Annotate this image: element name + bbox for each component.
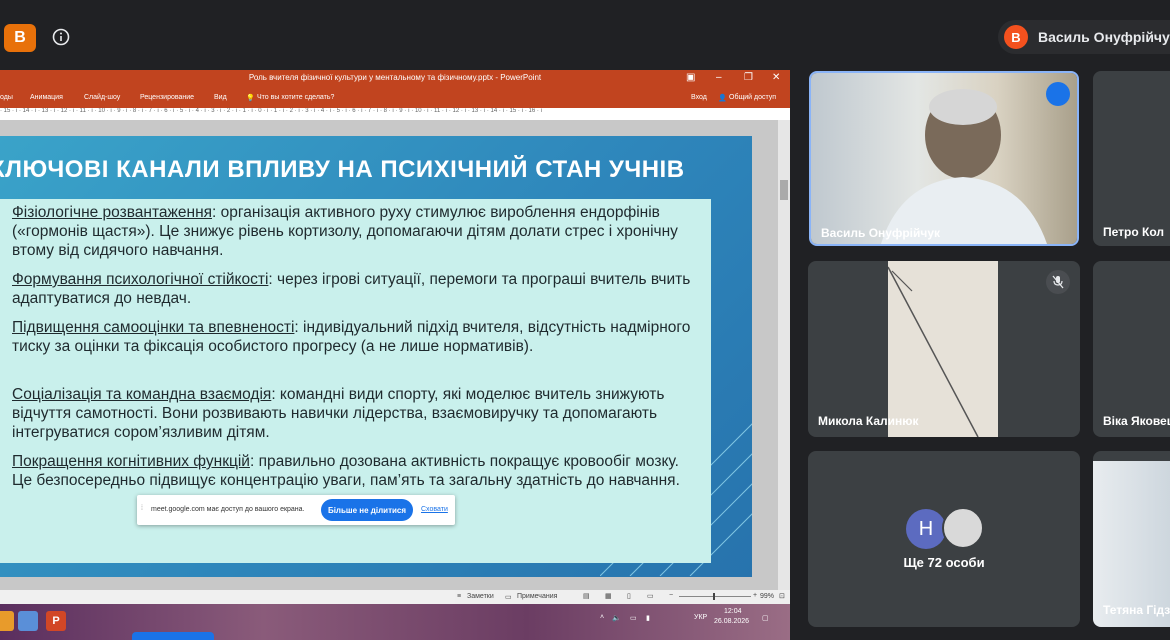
participant-name: Василь Онуфрійчук (821, 226, 941, 240)
shared-screen: Роль вчителя фізичної культури у менталь… (0, 70, 790, 640)
maximize-icon[interactable]: ❐ (744, 72, 753, 83)
tray-date[interactable]: 26.08.2026 (714, 618, 749, 625)
more-participants-tile[interactable]: Н Ще 72 особи (808, 451, 1080, 627)
screen-share-notice: ⁞ meet.google.com має доступ до вашого е… (137, 495, 455, 525)
meet-logo-label: B (14, 29, 26, 46)
normal-view-icon[interactable]: ▤ (583, 592, 590, 600)
app-icon[interactable] (18, 611, 38, 631)
slide-heading: КЛЮЧОВІ КАНАЛИ ВПЛИВУ НА ПСИХІЧНИЙ СТАН … (0, 156, 685, 183)
zoom-slider-thumb[interactable] (713, 593, 715, 600)
info-icon[interactable] (52, 28, 70, 46)
volume-icon[interactable]: 🔈 (612, 614, 621, 622)
reading-view-icon[interactable]: ▯ (627, 592, 631, 600)
drag-handle-icon[interactable]: ⁞ (141, 505, 143, 512)
video-content (888, 266, 979, 437)
participant-avatar-photo (942, 507, 984, 549)
participant-tile[interactable]: Петро Кол (1093, 71, 1170, 246)
share-button[interactable]: Общий доступ (729, 94, 776, 101)
mic-off-icon (1046, 270, 1070, 294)
bullet-title: Підвищення самооцінки та впевненості (12, 319, 295, 336)
comments-button[interactable]: Примечания (517, 593, 557, 600)
bullet-title: Фізіологічне розвантаження (12, 204, 213, 221)
participant-tile[interactable]: Василь Онуфрійчук (809, 71, 1079, 246)
ribbon-tab[interactable]: Слайд-шоу (84, 94, 120, 101)
notes-icon: ≡ (457, 593, 462, 600)
sorter-view-icon[interactable]: ▦ (605, 592, 612, 600)
bullet-title: Формування психологічної стійкості (12, 271, 269, 288)
tell-me-box[interactable]: Что вы хотите сделать? (257, 94, 334, 101)
presenter-avatar: B (1004, 25, 1028, 49)
bottom-control-edge[interactable] (132, 632, 214, 640)
bullet-title: Соціалізація та командна взаємодія (12, 386, 272, 403)
participant-name: Віка Яковец (1103, 414, 1170, 428)
participant-name: Петро Кол (1103, 225, 1164, 239)
notes-button[interactable]: Заметки (467, 593, 494, 600)
participant-silhouette (881, 89, 1047, 244)
bullet-item: Формування психологічної стійкості: чере… (12, 270, 702, 308)
participant-tile[interactable]: Віка Яковец (1093, 261, 1170, 437)
bullet-item: Соціалізація та командна взаємодія: кома… (12, 385, 702, 442)
zoom-slider[interactable] (679, 596, 751, 597)
windows-taskbar: P (0, 604, 790, 640)
ribbon-tab[interactable]: Вид (214, 94, 227, 101)
tray-language[interactable]: УКР (694, 614, 707, 621)
keyboard-icon[interactable]: ▭ (630, 614, 637, 622)
folder-icon[interactable] (0, 611, 14, 631)
slideshow-icon[interactable]: ▭ (647, 592, 654, 600)
tray-up-icon[interactable]: ˄ (600, 614, 604, 621)
bullet-title: Покращення когнітивних функцій (12, 453, 250, 470)
bullet-item: Покращення когнітивних функцій: правильн… (12, 452, 702, 490)
stop-sharing-button[interactable]: Більше не ділитися (321, 499, 413, 521)
ribbon-tab[interactable]: оды (0, 94, 13, 101)
hide-link[interactable]: Сховати (421, 506, 448, 513)
ppt-statusbar: ≡ Заметки ▭ Примечания ▤ ▦ ▯ ▭ − + 99% ⊡ (455, 590, 790, 604)
presenter-name: Василь Онуфрійчук (1038, 29, 1170, 45)
participant-tile[interactable]: Тетяна Гідз (1093, 451, 1170, 627)
comments-icon: ▭ (505, 594, 512, 601)
speaking-indicator-icon (1046, 82, 1070, 106)
fit-slide-icon[interactable]: ⊡ (779, 592, 785, 600)
lightbulb-icon: 💡 (246, 95, 255, 102)
ribbon-tab[interactable]: Рецензирование (140, 94, 194, 101)
zoom-level[interactable]: 99% (760, 593, 774, 600)
bullet-item: Фізіологічне розвантаження: організація … (12, 203, 702, 260)
tray-time[interactable]: 12:04 (724, 608, 742, 615)
sign-in-link[interactable]: Вход (691, 94, 707, 101)
close-icon[interactable]: ✕ (772, 72, 780, 83)
scrollbar-thumb[interactable] (780, 180, 788, 200)
share-message: meet.google.com має доступ до вашого екр… (151, 506, 305, 513)
participant-name: Микола Калинюк (818, 414, 919, 428)
participant-tile[interactable]: Микола Калинюк (808, 261, 1080, 437)
zoom-out-icon[interactable]: − (669, 592, 673, 599)
ribbon-display-icon[interactable]: ▣ (686, 72, 695, 83)
zoom-in-icon[interactable]: + (753, 592, 757, 599)
minimize-icon[interactable]: – (716, 72, 722, 83)
powerpoint-icon[interactable]: P (46, 611, 66, 631)
network-icon[interactable]: ▮ (646, 614, 650, 622)
ppt-window-title: Роль вчителя фізичної культури у менталь… (248, 73, 542, 82)
ppt-titlebar: Роль вчителя фізичної культури у менталь… (0, 70, 790, 88)
participant-name: Тетяна Гідз (1103, 603, 1170, 617)
more-participants-label: Ще 72 особи (903, 555, 985, 570)
notifications-icon[interactable]: ▢ (762, 614, 769, 622)
ribbon-tab[interactable]: Анимация (30, 94, 63, 101)
meet-logo[interactable]: B (4, 24, 36, 52)
share-person-icon: 👤 (718, 95, 727, 102)
bullet-item: Підвищення самооцінки та впевненості: ін… (12, 318, 702, 356)
participant-avatar: Н (906, 509, 946, 549)
ppt-ribbon: оды Анимация Слайд-шоу Рецензирование Ви… (0, 88, 790, 108)
